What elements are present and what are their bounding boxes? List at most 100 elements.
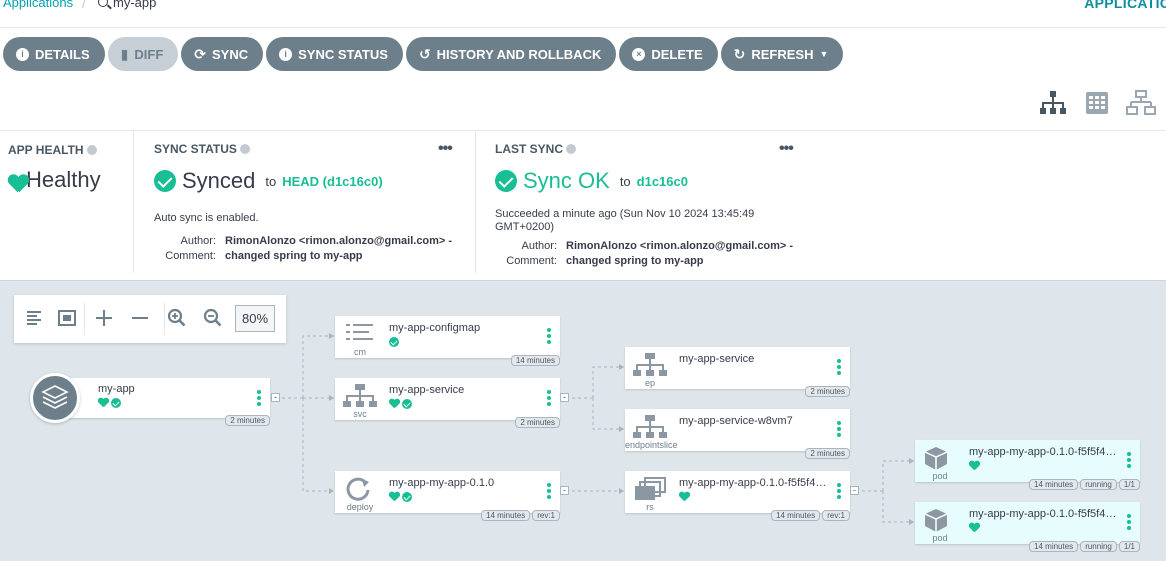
collapse-toggle[interactable]: - (850, 486, 859, 495)
sync-revision-link[interactable]: HEAD (d1c16c0) (282, 174, 382, 189)
align-left-icon[interactable] (23, 307, 45, 329)
node-kind: pod (932, 533, 948, 543)
more-vert-icon[interactable] (1127, 514, 1131, 530)
node-kind: svc (353, 409, 367, 419)
view-mode-switcher (1038, 90, 1156, 116)
revision-tag: rev:1 (822, 510, 850, 521)
endpointslice-node[interactable]: endpointslice my-app-service-w8vm7 2 min… (625, 409, 850, 459)
node-tags: 2 minutes (805, 448, 850, 459)
node-name: my-app-my-app-0.1.0 (389, 477, 495, 489)
more-icon[interactable]: ••• (438, 140, 453, 158)
collapse-toggle[interactable]: - (560, 486, 569, 495)
more-vert-icon[interactable] (837, 359, 841, 375)
collapse-toggle[interactable]: - (271, 393, 280, 402)
heart-icon (969, 523, 980, 533)
comment-label: Comment: (506, 255, 557, 267)
app-root-node[interactable]: my-app 2 minutes (30, 373, 270, 426)
diff-button[interactable]: ▮ DIFF (107, 37, 179, 71)
revision-tag: rev:1 (532, 510, 560, 521)
more-icon[interactable]: ••• (779, 140, 794, 158)
collapse-toggle[interactable]: - (560, 393, 569, 402)
more-vert-icon[interactable] (837, 421, 841, 437)
comment-value: changed spring to my-app (225, 250, 363, 262)
endpoints-node[interactable]: ep my-app-service 2 minutes (625, 347, 850, 397)
file-icon: ▮ (120, 45, 129, 62)
info-icon: i (16, 47, 29, 61)
grid-view-icon[interactable] (1082, 90, 1112, 116)
details-button[interactable]: i DETAILS (3, 37, 105, 71)
deployment-icon (343, 477, 377, 503)
more-vert-icon[interactable] (1127, 452, 1131, 468)
more-vert-icon[interactable] (547, 390, 551, 406)
more-vert-icon[interactable] (837, 483, 841, 499)
close-icon: × (632, 47, 646, 61)
resource-tree-graph: 80% my-app 2 minutes - cm my-app-configm… (0, 281, 1166, 561)
node-name: my-app-my-app-0.1.0-f5f5f47... (679, 477, 829, 489)
sync-status-panel: SYNC STATUS ••• Synced to HEAD (d1c16c0)… (154, 140, 454, 262)
breadcrumb-current[interactable]: my-app (98, 0, 156, 10)
node-status (389, 399, 412, 409)
zoom-out-icon[interactable] (202, 307, 224, 329)
check-circle-icon (154, 170, 176, 192)
node-kind: endpointslice (625, 440, 678, 450)
refresh-button[interactable]: ↻ REFRESH ▼ (720, 37, 844, 71)
sync-status-label: SYNC STATUS (298, 46, 388, 62)
tree-view-icon[interactable] (1038, 90, 1068, 116)
app-toolbar: i DETAILS ▮ DIFF ⟳ SYNC i SYNC STATUS ↺ HISTO… (3, 37, 844, 71)
more-vert-icon[interactable] (547, 328, 551, 344)
age-tag: 14 minutes (510, 355, 560, 366)
delete-button[interactable]: × DELETE (619, 37, 718, 71)
service-node[interactable]: svc my-app-service 2 minutes (335, 378, 560, 428)
last-sync-value: Sync OK (523, 168, 610, 193)
sync-icon: ⟳ (194, 45, 206, 62)
sync-status-button[interactable]: i SYNC STATUS (266, 37, 403, 71)
to-text: to (619, 173, 631, 189)
pod-node[interactable]: pod my-app-my-app-0.1.0-f5f5f47... 14 mi… (915, 440, 1140, 490)
node-kind: rs (646, 502, 654, 512)
check-circle-icon (495, 170, 517, 192)
node-tags: 2 minutes (225, 415, 270, 426)
node-name: my-app-my-app-0.1.0-f5f5f47... (969, 508, 1119, 520)
ready-tag: 1/1 (1118, 479, 1140, 490)
age-tag: 2 minutes (515, 417, 560, 428)
history-label: HISTORY AND ROLLBACK (436, 46, 602, 62)
deployment-node[interactable]: deploy my-app-my-app-0.1.0 14 minutes rev… (335, 471, 560, 521)
node-name: my-app-my-app-0.1.0-f5f5f47... (969, 446, 1119, 458)
age-tag: 14 minutes (771, 510, 821, 521)
last-sync-label: LAST SYNC (495, 142, 564, 156)
configmap-node[interactable]: cm my-app-configmap 14 minutes (335, 316, 560, 366)
node-kind: pod (932, 471, 948, 481)
sync-button[interactable]: ⟳ SYNC (181, 37, 264, 71)
fit-to-screen-icon[interactable] (56, 307, 78, 329)
search-icon (98, 0, 108, 7)
auto-sync-text: Auto sync is enabled. (154, 212, 259, 224)
more-vert-icon[interactable] (547, 483, 551, 499)
status-panels: APP HEALTH Healthy SYNC STATUS ••• Synce… (0, 130, 1166, 280)
heart-icon (969, 461, 980, 471)
expand-plus-icon[interactable] (93, 307, 115, 329)
heart-icon (679, 492, 690, 502)
more-vert-icon[interactable] (257, 390, 261, 406)
check-circle-icon (402, 399, 412, 409)
node-tags: 2 minutes (515, 417, 560, 428)
pod-node[interactable]: pod my-app-my-app-0.1.0-f5f5f47... 14 mi… (915, 502, 1140, 552)
to-text: to (265, 173, 277, 189)
last-sync-revision-link[interactable]: d1c16c0 (637, 174, 688, 189)
breadcrumb-applications-link[interactable]: Applications (3, 0, 73, 10)
node-tags: 14 minutes rev:1 (771, 510, 850, 521)
history-rollback-button[interactable]: ↺ HISTORY AND ROLLBACK (405, 37, 617, 71)
replicaset-node[interactable]: rs my-app-my-app-0.1.0-f5f5f47... 14 min… (625, 471, 850, 521)
zoom-level[interactable]: 80% (235, 305, 275, 332)
node-name: my-app (98, 383, 135, 395)
help-icon[interactable] (566, 144, 577, 154)
replicaset-icon (633, 477, 667, 503)
state-tag: running (1080, 479, 1117, 490)
collapse-minus-icon[interactable] (129, 307, 151, 329)
author-label: Author: (180, 235, 216, 247)
divider (84, 303, 85, 335)
network-view-icon[interactable] (1126, 90, 1156, 116)
help-icon[interactable] (239, 144, 250, 154)
divider (133, 131, 134, 273)
help-icon[interactable] (86, 145, 97, 155)
zoom-in-icon[interactable] (166, 307, 188, 329)
